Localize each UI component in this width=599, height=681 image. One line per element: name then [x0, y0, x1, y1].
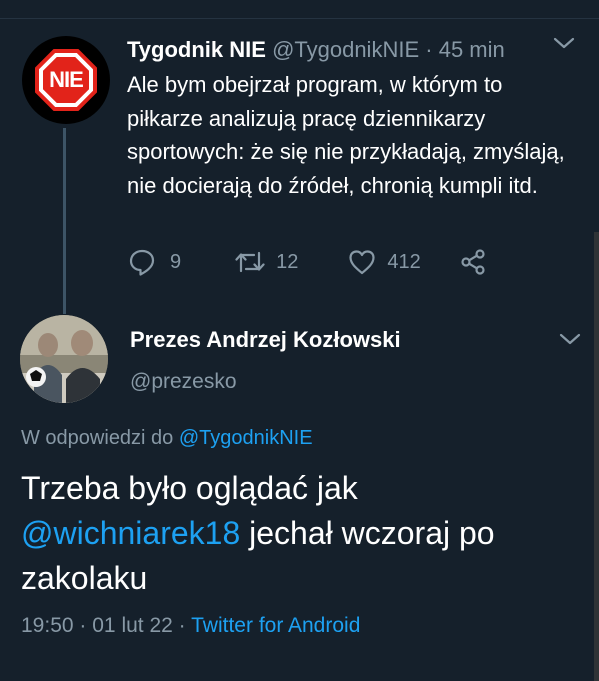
parent-tweet-header: Tygodnik NIE @TygodnikNIE · 45 min	[127, 37, 577, 63]
like-action[interactable]: 412	[347, 247, 421, 277]
main-handle[interactable]: @prezesko	[130, 370, 237, 394]
reply-prefix: W odpowiedzi do	[21, 427, 174, 449]
parent-handle[interactable]: @TygodnikNIE	[272, 37, 419, 62]
avatar-photo[interactable]	[20, 315, 108, 403]
chevron-down-icon[interactable]	[559, 332, 581, 351]
parent-display-name[interactable]: Tygodnik NIE	[127, 37, 266, 62]
thread-line	[63, 128, 66, 314]
top-divider	[0, 18, 599, 19]
share-icon	[459, 248, 487, 276]
tweet-time: 19:50	[21, 614, 74, 637]
reply-icon	[127, 247, 157, 277]
avatar-logo-text: NIE	[49, 67, 84, 92]
main-display-name[interactable]: Prezes Andrzej Kozłowski	[130, 327, 401, 353]
nie-stop-sign-logo: NIE	[35, 49, 97, 111]
retweet-icon	[233, 247, 267, 277]
main-tweet-text: Trzeba było oglądać jak @wichniarek18 je…	[21, 466, 581, 601]
parent-avatar[interactable]: NIE	[22, 36, 110, 124]
reply-count: 9	[170, 250, 182, 273]
meta-separator: ·	[79, 614, 87, 637]
parent-tweet-text: Ale bym obejrzał program, w którym to pi…	[127, 72, 565, 198]
tweet-date: 01 lut 22	[92, 614, 173, 637]
tweet-source-link[interactable]: Twitter for Android	[191, 614, 360, 637]
share-action[interactable]	[459, 248, 487, 276]
mention-link[interactable]: @wichniarek18	[21, 515, 240, 551]
tweet-meta: 19:50 · 01 lut 22 · Twitter for Android	[21, 614, 360, 638]
like-icon	[347, 247, 377, 277]
main-text-part1: Trzeba było oglądać jak	[21, 470, 358, 506]
reply-action[interactable]: 9	[127, 247, 181, 277]
header-separator: ·	[425, 37, 433, 62]
reply-handle-link[interactable]: @TygodnikNIE	[179, 427, 313, 449]
reply-context: W odpowiedzi do @TygodnikNIE	[21, 427, 313, 450]
scrollbar-track[interactable]	[594, 232, 599, 681]
retweet-count: 12	[276, 250, 299, 273]
like-count: 412	[387, 250, 421, 273]
retweet-action[interactable]: 12	[233, 247, 298, 277]
tweet-actions: 9 12 412	[127, 246, 487, 278]
parent-time[interactable]: 45 min	[439, 37, 505, 62]
chevron-down-icon[interactable]	[553, 36, 575, 55]
meta-separator: ·	[178, 614, 186, 637]
